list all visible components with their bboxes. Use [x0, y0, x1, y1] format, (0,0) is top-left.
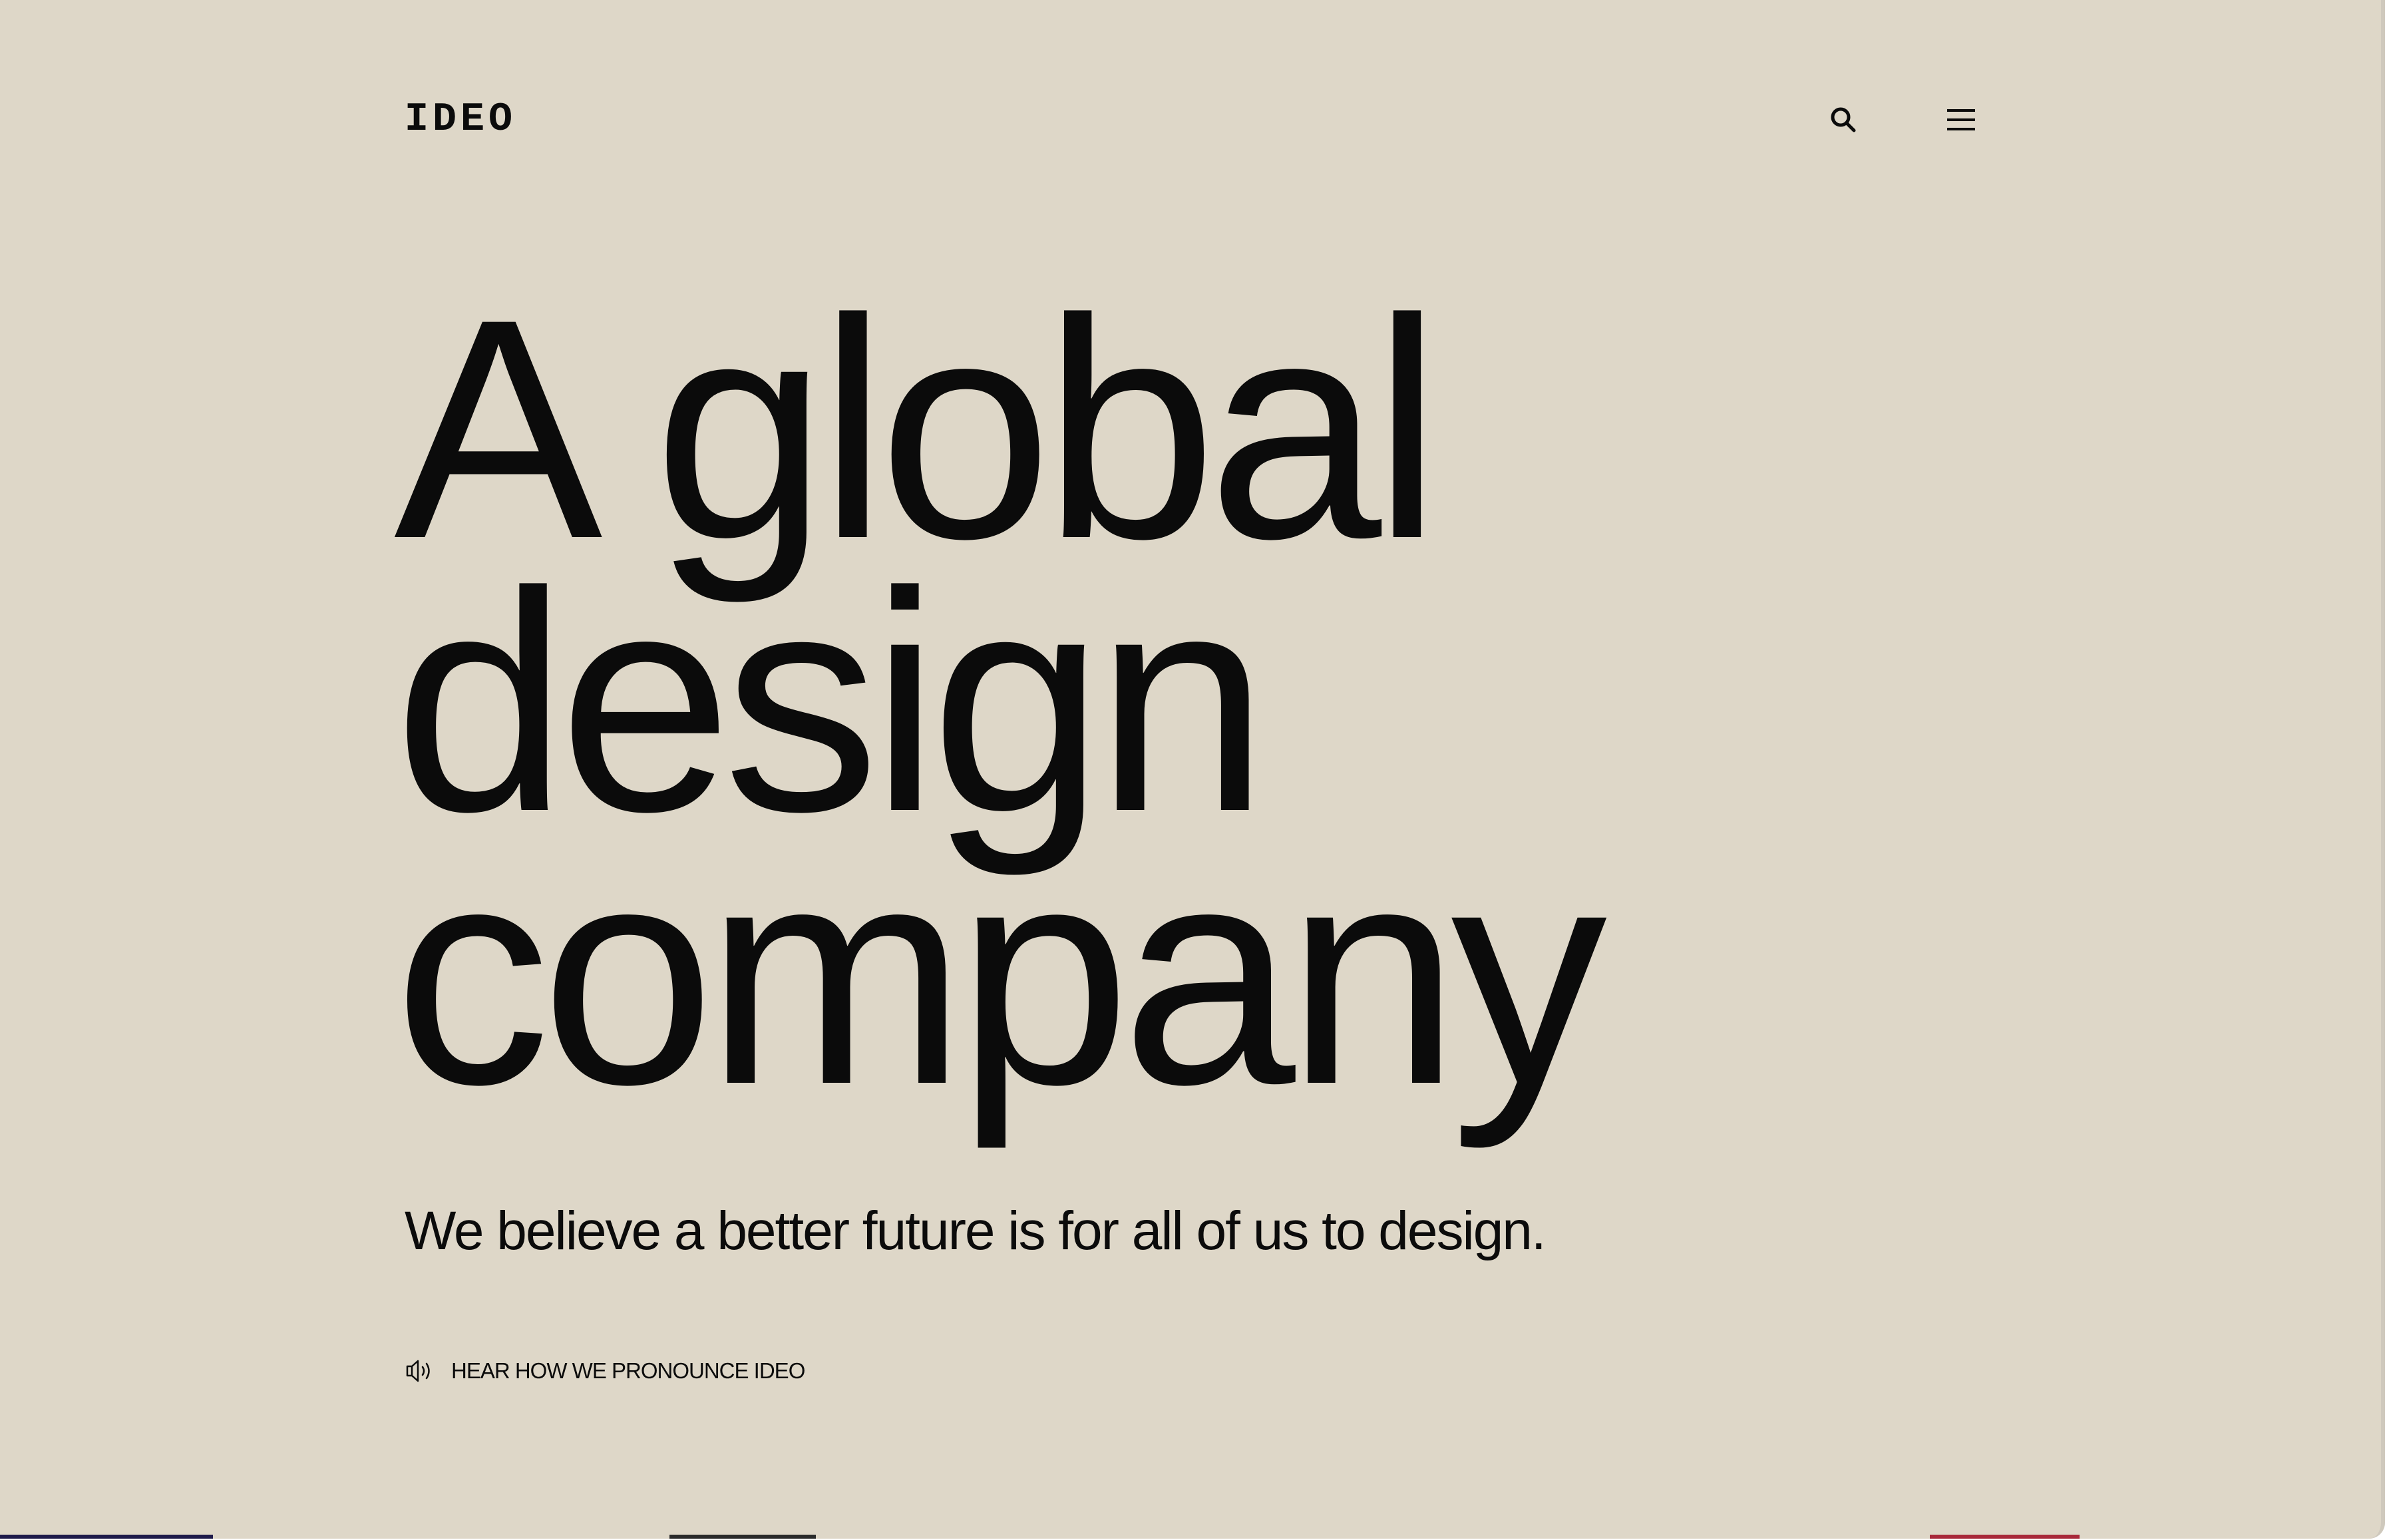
- hamburger-menu-icon: [1947, 109, 1975, 130]
- search-button[interactable]: [1823, 100, 1863, 140]
- headline-line-3: company: [394, 800, 1607, 1149]
- menu-button[interactable]: [1941, 100, 1981, 140]
- below-fold-thumbnail: [669, 1535, 816, 1539]
- ideo-logo[interactable]: IDEO: [405, 100, 516, 140]
- headline-line-2: design: [394, 527, 1269, 876]
- pronounce-label: HEAR HOW WE PRONOUNCE IDEO: [451, 1358, 805, 1383]
- below-fold-thumbnail: [0, 1535, 213, 1539]
- hero-tagline: We believe a better future is for all of…: [405, 1201, 1547, 1261]
- below-fold-thumbnail: [1930, 1535, 2080, 1539]
- speaker-icon: [406, 1360, 430, 1382]
- headline-line-1: A global: [394, 254, 1442, 604]
- hero-headline: A global design company: [394, 254, 1607, 1149]
- page: IDEO A global design company We believe …: [0, 0, 2385, 1539]
- search-icon: [1831, 107, 1856, 132]
- pronounce-button[interactable]: HEAR HOW WE PRONOUNCE IDEO: [405, 1358, 805, 1384]
